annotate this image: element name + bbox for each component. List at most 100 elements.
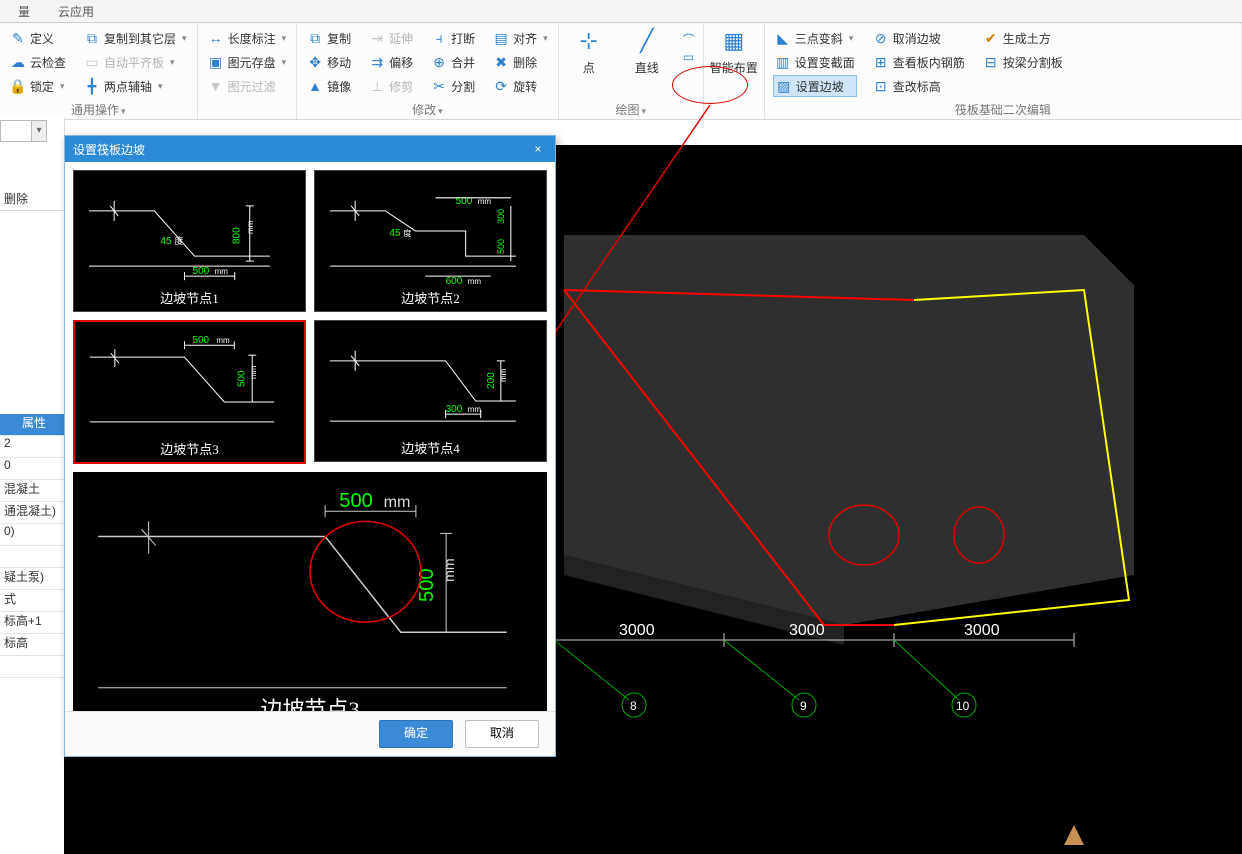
btn-length-dim[interactable]: ↔长度标注▾ xyxy=(206,27,289,49)
svg-text:mm: mm xyxy=(384,493,411,511)
option-label: 边坡节点4 xyxy=(315,438,546,457)
btn-move[interactable]: ✥移动 xyxy=(305,51,353,73)
axis-label: 9 xyxy=(800,699,807,713)
prop-row[interactable]: 标高 xyxy=(0,634,64,656)
svg-text:300: 300 xyxy=(446,404,463,415)
break-icon: ⫞ xyxy=(431,30,447,46)
delete-icon: ✖ xyxy=(493,54,509,70)
slope-option-2[interactable]: 45度 500mm 600mm 300 500 边坡节点2 xyxy=(314,170,547,312)
btn-auto-level: ▭自动平齐板▾ xyxy=(82,51,189,73)
slope-option-4[interactable]: 300mm 200mm 边坡节点4 xyxy=(314,320,547,462)
svg-text:800: 800 xyxy=(232,227,243,244)
btn-element-save[interactable]: ▣图元存盘▾ xyxy=(206,51,289,73)
point-icon: ⊹ xyxy=(573,25,605,57)
axis-label: 10 xyxy=(956,699,970,713)
svg-text:45: 45 xyxy=(389,228,401,239)
btn-offset[interactable]: ⇉偏移 xyxy=(367,51,415,73)
dim-text: 3000 xyxy=(619,622,655,639)
btn-set-section[interactable]: ▥设置变截面 xyxy=(773,51,857,73)
btn-delete-side[interactable]: 删除 xyxy=(0,190,64,211)
slope-preview: 500 mm 500 mm 边坡节点3 xyxy=(73,472,547,732)
split-beam-icon: ⊟ xyxy=(983,54,999,70)
btn-merge[interactable]: ⊕合并 xyxy=(429,51,477,73)
line-icon: ╱ xyxy=(631,25,663,57)
rebar-icon: ⊞ xyxy=(873,54,889,70)
prop-row[interactable]: 式 xyxy=(0,590,64,612)
option-label: 边坡节点2 xyxy=(315,288,546,307)
rotate-icon: ⟳ xyxy=(493,78,509,94)
menu-tabs: 量 云应用 xyxy=(0,0,1242,23)
svg-text:mm: mm xyxy=(468,405,482,414)
cancel-button[interactable]: 取消 xyxy=(465,720,539,748)
prop-row[interactable] xyxy=(0,656,64,678)
option-label: 边坡节点3 xyxy=(75,439,304,458)
svg-text:500: 500 xyxy=(236,370,247,387)
btn-break[interactable]: ⫞打断 xyxy=(429,27,477,49)
dialog-titlebar[interactable]: 设置筏板边坡 × xyxy=(65,136,555,162)
prop-row[interactable]: 混凝土 xyxy=(0,480,64,502)
ok-button[interactable]: 确定 xyxy=(379,720,453,748)
slope-option-3[interactable]: 500mm 500mm 边坡节点3 xyxy=(73,320,306,464)
cloud-icon: ☁ xyxy=(10,54,26,70)
btn-mirror[interactable]: ▲镜像 xyxy=(305,75,353,97)
btn-view-rebar[interactable]: ⊞查看板内钢筋 xyxy=(871,51,967,73)
btn-define[interactable]: ✎定义 xyxy=(8,27,68,49)
btn-cloud-check[interactable]: ☁云检查 xyxy=(8,51,68,73)
prop-row[interactable]: 通混凝土) xyxy=(0,502,64,524)
copy-layer-icon: ⧉ xyxy=(84,30,100,46)
svg-text:mm: mm xyxy=(468,277,482,286)
btn-copy-layer[interactable]: ⧉复制到其它层▾ xyxy=(82,27,189,49)
axis-icon: ╋ xyxy=(84,78,100,94)
svg-text:600: 600 xyxy=(446,276,463,287)
btn-rotate[interactable]: ⟳旋转 xyxy=(491,75,550,97)
btn-set-slope[interactable]: ▨设置边坡 xyxy=(773,75,857,97)
offset-icon: ⇉ xyxy=(369,54,385,70)
save-icon: ▣ xyxy=(208,54,224,70)
mirror-icon: ▲ xyxy=(307,78,323,94)
rect-icon[interactable]: ▭ xyxy=(683,50,695,64)
group-label-modify: 修改▾ xyxy=(305,101,550,119)
svg-text:度: 度 xyxy=(174,235,183,246)
svg-text:度: 度 xyxy=(403,228,411,238)
btn-split-by-beam[interactable]: ⊟按梁分割板 xyxy=(981,51,1065,73)
group-label-general: 通用操作▾ xyxy=(8,101,189,119)
svg-text:200: 200 xyxy=(486,372,497,389)
split-icon: ✂ xyxy=(431,78,447,94)
layer-combo[interactable]: ▾ xyxy=(0,120,47,142)
btn-point[interactable]: ⊹点 xyxy=(567,25,611,85)
btn-generate-earthwork[interactable]: ✔生成土方 xyxy=(981,27,1065,49)
prop-row[interactable]: 0 xyxy=(0,458,64,480)
prop-row[interactable]: 标高+1 xyxy=(0,612,64,634)
grid-icon: ▦ xyxy=(718,25,750,57)
tab-measure[interactable]: 量 xyxy=(4,0,44,22)
svg-text:45: 45 xyxy=(160,236,172,247)
merge-icon: ⊕ xyxy=(431,54,447,70)
svg-text:mm: mm xyxy=(441,558,457,582)
property-header: 属性 xyxy=(0,414,64,436)
btn-align[interactable]: ▤对齐▾ xyxy=(491,27,550,49)
slope-option-1[interactable]: 45度 500mm 800mm 边坡节点1 xyxy=(73,170,306,312)
btn-split[interactable]: ✂分割 xyxy=(429,75,477,97)
btn-delete[interactable]: ✖删除 xyxy=(491,51,550,73)
svg-text:500: 500 xyxy=(193,266,210,277)
arc-icon[interactable]: ⌒ xyxy=(683,31,695,48)
ruler-icon: ↔ xyxy=(208,30,224,46)
btn-cancel-slope[interactable]: ⊘取消边坡 xyxy=(871,27,967,49)
group-label-raft: 筏板基础二次编辑 xyxy=(773,101,1233,119)
tab-cloud[interactable]: 云应用 xyxy=(44,0,108,22)
btn-two-point-axis[interactable]: ╋两点辅轴▾ xyxy=(82,75,189,97)
prop-row[interactable] xyxy=(0,546,64,568)
close-icon[interactable]: × xyxy=(529,142,547,156)
btn-copy[interactable]: ⧉复制 xyxy=(305,27,353,49)
prop-row[interactable]: 2 xyxy=(0,436,64,458)
elevation-icon: ⊡ xyxy=(873,78,889,94)
btn-three-point-slope[interactable]: ◣三点变斜▾ xyxy=(773,27,857,49)
btn-check-elevation[interactable]: ⊡查改标高 xyxy=(871,75,967,97)
prop-row[interactable]: 0) xyxy=(0,524,64,546)
btn-line[interactable]: ╱直线 xyxy=(625,25,669,85)
prop-row[interactable]: 疑土泵) xyxy=(0,568,64,590)
extend-icon: ⇥ xyxy=(369,30,385,46)
align-icon: ▤ xyxy=(493,30,509,46)
group-label-draw: 绘图▾ xyxy=(567,101,695,119)
btn-lock[interactable]: 🔒锁定▾ xyxy=(8,75,68,97)
